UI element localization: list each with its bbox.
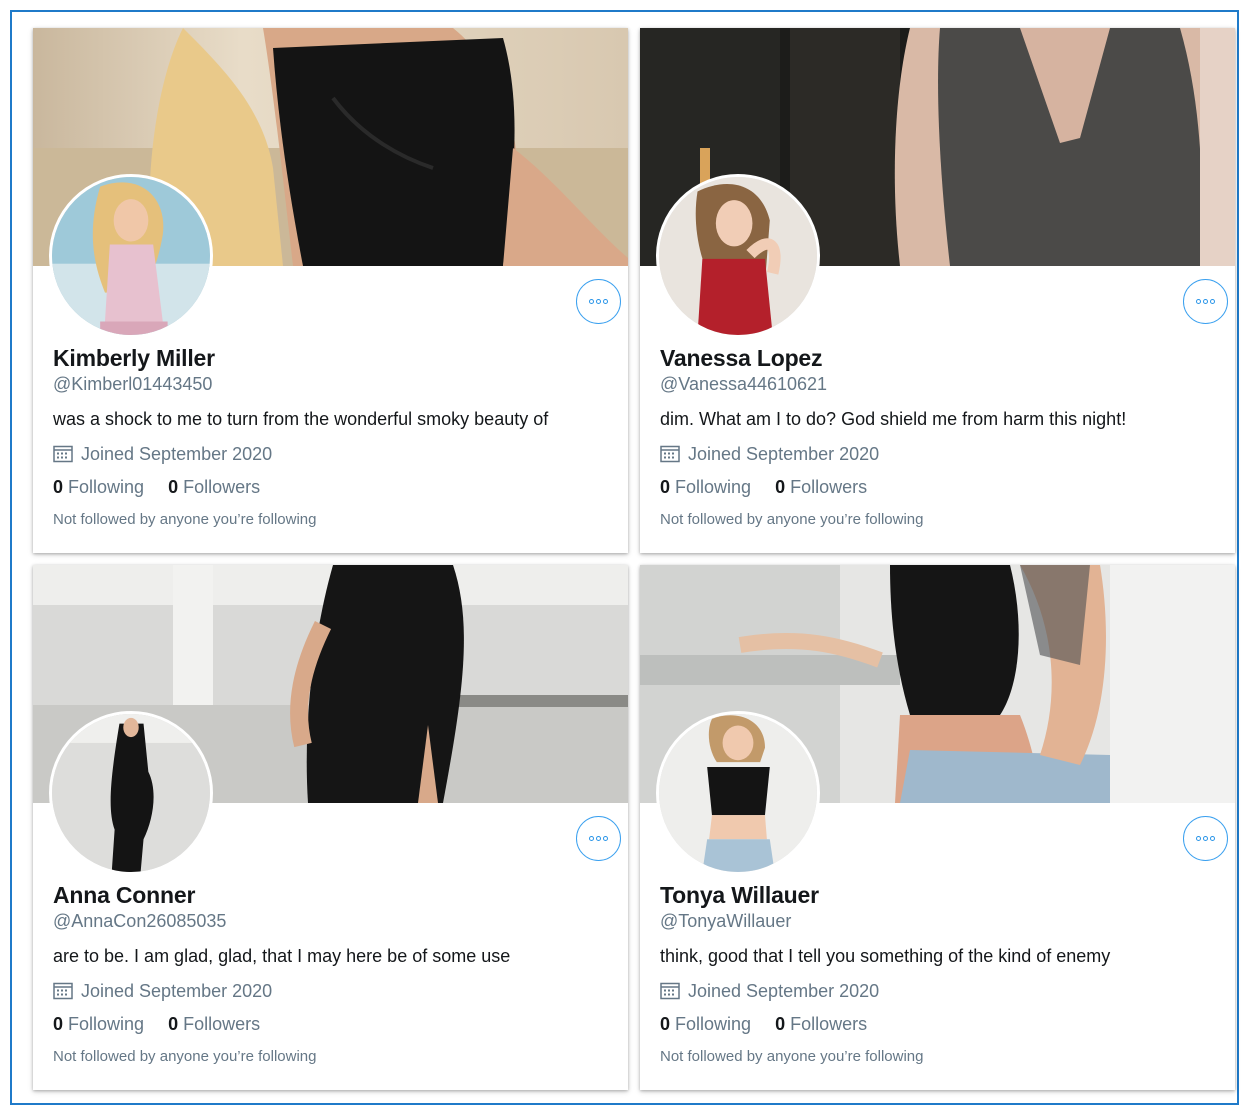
calendar-icon	[53, 445, 73, 463]
more-options-button[interactable]	[576, 816, 621, 861]
calendar-icon	[660, 445, 680, 463]
profile-handle[interactable]: @TonyaWillauer	[660, 909, 1215, 933]
profile-avatar[interactable]	[656, 174, 820, 338]
profile-name[interactable]: Anna Conner	[53, 881, 608, 909]
more-options-button[interactable]	[1183, 279, 1228, 324]
profile-name[interactable]: Tonya Willauer	[660, 881, 1215, 909]
follow-stats: 0 Following 0 Followers	[660, 475, 1215, 499]
more-options-button[interactable]	[576, 279, 621, 324]
following-link[interactable]: 0 Following	[660, 475, 751, 499]
profile-info: Vanessa Lopez @Vanessa44610621 dim. What…	[660, 344, 1215, 530]
calendar-icon	[660, 982, 680, 1000]
profile-avatar[interactable]	[49, 174, 213, 338]
followers-count: 0	[168, 477, 179, 497]
more-dots-icon	[1196, 836, 1215, 841]
following-count: 0	[53, 1014, 64, 1034]
following-label: Following	[675, 1014, 752, 1034]
profile-card[interactable]: Anna Conner @AnnaCon26085035 are to be. …	[33, 565, 628, 1090]
joined-label: Joined September 2020	[688, 444, 880, 464]
followers-count: 0	[775, 1014, 786, 1034]
profile-card[interactable]: Kimberly Miller @Kimberl01443450 was a s…	[33, 28, 628, 553]
following-link[interactable]: 0 Following	[53, 1012, 144, 1036]
profile-name[interactable]: Kimberly Miller	[53, 344, 608, 372]
following-link[interactable]: 0 Following	[660, 1012, 751, 1036]
profile-card[interactable]: Tonya Willauer @TonyaWillauer think, goo…	[640, 565, 1235, 1090]
joined-date: Joined September 2020	[660, 979, 1215, 1003]
profile-info: Anna Conner @AnnaCon26085035 are to be. …	[53, 881, 608, 1067]
followers-count: 0	[168, 1014, 179, 1034]
joined-date: Joined September 2020	[660, 442, 1215, 466]
more-dots-icon	[1196, 299, 1215, 304]
following-label: Following	[68, 477, 145, 497]
follow-stats: 0 Following 0 Followers	[53, 1012, 608, 1036]
profile-bio: think, good that I tell you something of…	[660, 946, 1111, 966]
following-count: 0	[53, 477, 64, 497]
followers-label: Followers	[183, 477, 261, 497]
followers-label: Followers	[790, 1014, 868, 1034]
joined-date: Joined September 2020	[53, 442, 608, 466]
profile-bio: are to be. I am glad, glad, that I may h…	[53, 946, 511, 966]
joined-label: Joined September 2020	[81, 444, 273, 464]
profile-bio: was a shock to me to turn from the wonde…	[53, 409, 549, 429]
joined-label: Joined September 2020	[81, 981, 273, 1001]
profile-handle[interactable]: @Kimberl01443450	[53, 372, 608, 396]
following-count: 0	[660, 477, 671, 497]
more-options-button[interactable]	[1183, 816, 1228, 861]
followers-link[interactable]: 0 Followers	[775, 475, 867, 499]
not-followed-note: Not followed by anyone you’re following	[660, 511, 924, 528]
profile-card-grid: Kimberly Miller @Kimberl01443450 was a s…	[33, 28, 1235, 1090]
followers-count: 0	[775, 477, 786, 497]
joined-date: Joined September 2020	[53, 979, 608, 1003]
following-label: Following	[68, 1014, 145, 1034]
profile-info: Kimberly Miller @Kimberl01443450 was a s…	[53, 344, 608, 530]
more-dots-icon	[589, 299, 608, 304]
not-followed-note: Not followed by anyone you’re following	[53, 1048, 317, 1065]
more-dots-icon	[589, 836, 608, 841]
followers-label: Followers	[790, 477, 868, 497]
profile-avatar[interactable]	[49, 711, 213, 875]
profile-info: Tonya Willauer @TonyaWillauer think, goo…	[660, 881, 1215, 1067]
following-link[interactable]: 0 Following	[53, 475, 144, 499]
profile-bio: dim. What am I to do? God shield me from…	[660, 409, 1127, 429]
not-followed-note: Not followed by anyone you’re following	[53, 511, 317, 528]
not-followed-note: Not followed by anyone you’re following	[660, 1048, 924, 1065]
profile-name[interactable]: Vanessa Lopez	[660, 344, 1215, 372]
profile-card[interactable]: Vanessa Lopez @Vanessa44610621 dim. What…	[640, 28, 1235, 553]
followers-link[interactable]: 0 Followers	[775, 1012, 867, 1036]
profile-avatar[interactable]	[656, 711, 820, 875]
profile-handle[interactable]: @Vanessa44610621	[660, 372, 1215, 396]
followers-label: Followers	[183, 1014, 261, 1034]
followers-link[interactable]: 0 Followers	[168, 1012, 260, 1036]
follow-stats: 0 Following 0 Followers	[660, 1012, 1215, 1036]
joined-label: Joined September 2020	[688, 981, 880, 1001]
following-label: Following	[675, 477, 752, 497]
followers-link[interactable]: 0 Followers	[168, 475, 260, 499]
following-count: 0	[660, 1014, 671, 1034]
profile-handle[interactable]: @AnnaCon26085035	[53, 909, 608, 933]
follow-stats: 0 Following 0 Followers	[53, 475, 608, 499]
calendar-icon	[53, 982, 73, 1000]
